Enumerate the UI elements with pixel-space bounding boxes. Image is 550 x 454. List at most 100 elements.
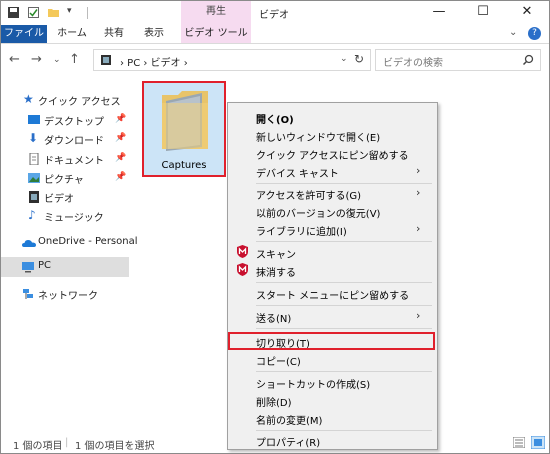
tab-file[interactable]: ファイル (1, 25, 47, 43)
menu-separator (256, 328, 432, 329)
customize-quick-access-icon[interactable]: ▾ (67, 6, 80, 19)
pin-icon: 📌 (115, 133, 127, 143)
context-menu: 開く(O) 新しいウィンドウで開く(E) クイック アクセスにピン留めする デバ… (227, 102, 438, 450)
pc-icon (22, 262, 34, 273)
menu-item-properties[interactable]: プロパティ(R) (228, 431, 437, 449)
sidebar-item-pictures[interactable]: ピクチャ 📌 (1, 168, 129, 188)
item-count: 1 個の項目 (13, 441, 63, 452)
submenu-arrow-icon: › (416, 222, 421, 235)
sidebar-item-music[interactable]: ♪ ミュージック (1, 206, 129, 226)
sidebar-item-label: ドキュメント (44, 156, 104, 167)
new-folder-icon[interactable] (47, 6, 60, 19)
save-icon[interactable] (7, 6, 20, 19)
video-folder-icon (101, 55, 111, 65)
pin-icon: 📌 (115, 153, 127, 163)
menu-item-open[interactable]: 開く(O) (228, 108, 437, 126)
menu-item-cast-device[interactable]: デバイス キャスト › (228, 162, 437, 180)
sidebar-item-onedrive[interactable]: OneDrive - Personal (1, 233, 138, 253)
menu-item-add-library[interactable]: ライブラリに追加(I) › (228, 220, 437, 238)
back-icon[interactable]: ← (9, 52, 20, 67)
sidebar-item-label: ネットワーク (38, 291, 98, 302)
minimize-button[interactable]: — (417, 1, 461, 25)
menu-item-copy[interactable]: コピー(C) (228, 350, 437, 368)
menu-separator (256, 305, 432, 306)
forward-icon[interactable]: → (31, 52, 42, 67)
sidebar-item-network[interactable]: ネットワーク (1, 284, 129, 304)
menu-item-pin-quick-access[interactable]: クイック アクセスにピン留めする (228, 144, 437, 162)
menu-item-create-shortcut[interactable]: ショートカットの作成(S) (228, 373, 437, 391)
expand-ribbon-icon[interactable]: ⌄ (509, 27, 517, 38)
menu-item-shred[interactable]: 抹消する (228, 261, 437, 279)
address-path: › PC › ビデオ › (120, 58, 188, 69)
search-icon[interactable] (522, 54, 534, 66)
menu-separator (256, 282, 432, 283)
details-view-icon[interactable] (513, 437, 525, 448)
cut-highlight-box (228, 332, 435, 350)
submenu-arrow-icon: › (416, 164, 421, 177)
sidebar-item-pc[interactable]: PC (1, 257, 129, 277)
address-bar[interactable]: › PC › ビデオ › ⌄ ↻ (93, 49, 371, 71)
address-dropdown-icon[interactable]: ⌄ (340, 54, 348, 64)
network-icon (23, 289, 33, 299)
menu-item-restore-versions[interactable]: 以前のバージョンの復元(V) (228, 202, 437, 220)
sidebar-item-label: クイック アクセス (38, 97, 121, 108)
selection-count: 1 個の項目を選択 (75, 441, 155, 452)
sidebar-item-label: ビデオ (44, 194, 74, 205)
pictures-icon (28, 173, 40, 183)
menu-item-rename[interactable]: 名前の変更(M) (228, 409, 437, 427)
refresh-icon[interactable]: ↻ (354, 52, 364, 66)
mcafee-shield-icon (237, 245, 248, 258)
menu-separator (256, 241, 432, 242)
submenu-arrow-icon: › (416, 309, 421, 322)
desktop-icon (28, 115, 40, 124)
folder-item-captures[interactable]: Captures (142, 81, 226, 177)
music-icon: ♪ (28, 208, 36, 222)
menu-item-open-new-window[interactable]: 新しいウィンドウで開く(E) (228, 126, 437, 144)
menu-item-send-to[interactable]: 送る(N) › (228, 307, 437, 325)
sidebar-item-quick-access[interactable]: ★ クイック アクセス (1, 90, 129, 110)
folder-icon (162, 91, 208, 151)
contextual-tab-group: 再生 (181, 1, 251, 25)
tab-home[interactable]: ホーム (53, 25, 91, 43)
tab-view[interactable]: 表示 (137, 25, 171, 43)
ribbon-tabs: ファイル ホーム 共有 表示 ビデオ ツール ⌄ ? (1, 25, 549, 44)
window-title: ビデオ (259, 10, 289, 21)
onedrive-icon (22, 240, 36, 247)
sidebar-item-label: ミュージック (44, 213, 104, 224)
menu-item-delete[interactable]: 削除(D) (228, 391, 437, 409)
menu-item-scan[interactable]: スキャン (228, 243, 437, 261)
search-placeholder: ビデオの検索 (383, 58, 443, 69)
up-icon[interactable]: ↑ (69, 52, 80, 67)
close-button[interactable]: ✕ (505, 1, 549, 25)
search-box[interactable]: ビデオの検索 (375, 49, 541, 71)
sidebar-item-videos[interactable]: ビデオ (1, 187, 129, 207)
sidebar-item-desktop[interactable]: デスクトップ 📌 (1, 110, 129, 130)
navigation-bar: ← → ⌄ ↑ › PC › ビデオ › ⌄ ↻ ビデオの検索 (1, 44, 549, 76)
pin-icon: 📌 (115, 172, 127, 182)
tab-share[interactable]: 共有 (97, 25, 131, 43)
pin-icon: 📌 (115, 114, 127, 124)
video-icon (29, 191, 39, 203)
help-icon[interactable]: ? (528, 27, 541, 40)
sidebar-item-downloads[interactable]: ⬇ ダウンロード 📌 (1, 129, 129, 149)
mcafee-shield-icon (237, 263, 248, 276)
title-bar: ▾ 再生 ビデオ — ☐ ✕ (1, 1, 549, 25)
navigation-pane: ★ クイック アクセス デスクトップ 📌 ⬇ ダウンロード 📌 ドキュメント 📌… (1, 77, 138, 427)
properties-icon[interactable] (27, 6, 40, 19)
recent-locations-icon[interactable]: ⌄ (53, 55, 61, 65)
tab-video-tools[interactable]: ビデオ ツール (181, 25, 251, 43)
sidebar-item-label: デスクトップ (44, 117, 104, 128)
maximize-button[interactable]: ☐ (461, 1, 505, 25)
document-icon (29, 153, 39, 165)
download-icon: ⬇ (28, 131, 39, 145)
menu-item-give-access[interactable]: アクセスを許可する(G) › (228, 184, 437, 202)
sidebar-item-label: ダウンロード (44, 136, 104, 147)
quick-access-divider (87, 7, 88, 19)
menu-item-pin-start[interactable]: スタート メニューにピン留めする (228, 284, 437, 302)
sidebar-item-label: PC (38, 260, 52, 271)
menu-separator (256, 371, 432, 372)
sidebar-item-documents[interactable]: ドキュメント 📌 (1, 149, 129, 169)
large-icons-view-icon[interactable] (531, 436, 545, 449)
explorer-window: ▾ 再生 ビデオ — ☐ ✕ ファイル ホーム 共有 表示 ビデオ ツール ⌄ … (0, 0, 550, 454)
submenu-arrow-icon: › (416, 186, 421, 199)
